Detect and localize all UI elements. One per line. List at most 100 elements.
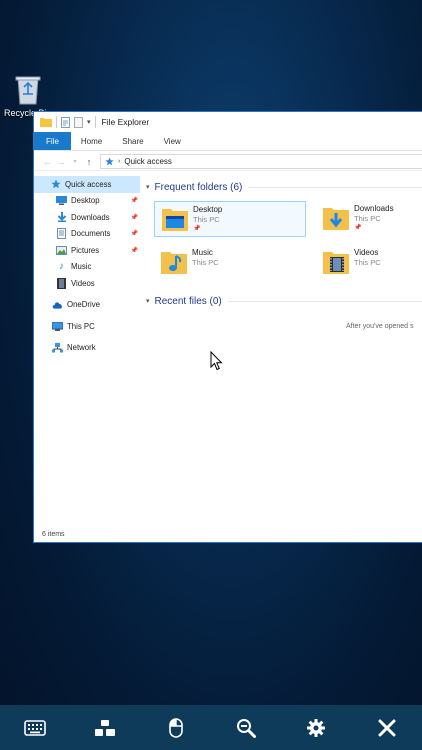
mouse-mode-button[interactable] [156,708,196,748]
group-header-label: Recent files (0) [154,295,222,307]
up-arrow-icon[interactable]: ↑ [82,155,96,169]
folder-name: Desktop [193,205,223,214]
music-folder-icon [161,252,187,274]
pin-icon[interactable]: 📌 [131,247,138,254]
folder-tile-music[interactable]: Music This PC [154,245,306,281]
folder-tile-desktop[interactable]: Desktop This PC 📌 [154,201,306,237]
new-folder-icon[interactable] [74,116,83,128]
tab-share[interactable]: Share [112,132,153,150]
recycle-bin[interactable]: Recycle Bin [4,72,52,118]
sidebar-item-label: Network [67,343,96,353]
tab-home[interactable]: Home [71,132,112,150]
navigation-pane: Quick access Desktop 📌 Downloads 📌 Docum… [34,176,140,531]
tab-view[interactable]: View [154,132,191,150]
sidebar-item-pictures[interactable]: Pictures 📌 [34,242,140,259]
recent-files-header[interactable]: ▾ Recent files (0) [146,293,422,309]
frequent-folders-header[interactable]: ▾ Frequent folders (6) [146,179,422,195]
ribbon-tabs: File Home Share View [34,132,422,151]
customize-toolbar-chevron-icon[interactable]: ▾ [87,118,91,126]
sidebar-item-label: Music [71,262,92,272]
downloads-folder-icon [323,208,349,230]
sidebar-item-onedrive[interactable]: OneDrive [34,297,140,314]
sidebar-item-label: This PC [67,321,95,331]
address-bar[interactable]: › Quick access [100,154,422,169]
sidebar-item-this-pc[interactable]: This PC [34,318,140,335]
folder-tile-videos[interactable]: Videos This PC [316,245,422,281]
pictures-icon [56,245,67,256]
desktop-icon [56,195,67,206]
toolbar-divider [94,116,96,128]
folder-name: Music [192,248,213,257]
pin-icon[interactable]: 📌 [131,197,138,204]
folder-tile-downloads[interactable]: Downloads This PC 📌 [316,201,422,237]
collapse-chevron-icon[interactable]: ▾ [146,297,150,305]
zoom-icon [237,718,257,738]
pin-icon[interactable]: 📌 [131,214,138,221]
back-arrow-icon[interactable]: ← [40,155,54,169]
tab-file[interactable]: File [34,132,71,150]
status-bar: 6 items [42,531,65,538]
keyboard-button[interactable] [15,708,55,748]
group-divider [227,300,422,302]
sidebar-item-label: OneDrive [67,300,100,310]
switch-windows-button[interactable] [85,708,125,748]
sidebar-item-label: Documents [71,229,111,239]
empty-recent-hint: After you've opened s [346,323,414,330]
folder-location: This PC [193,215,220,224]
collapse-chevron-icon[interactable]: ▾ [146,183,150,191]
folder-location: This PC [354,214,381,223]
network-icon [52,342,63,353]
videos-folder-icon [323,252,349,274]
quick-access-star-icon [105,157,114,166]
folder-name: Videos [354,248,379,257]
close-session-button[interactable] [367,708,407,748]
music-icon: ♪ [59,261,64,273]
sidebar-item-quick-access[interactable]: Quick access [34,176,140,193]
recent-locations-chevron-icon[interactable]: ▾ [68,155,82,169]
sidebar-item-label: Quick access [65,179,112,189]
sidebar-item-label: Desktop [71,196,100,206]
explorer-folder-icon [40,118,52,127]
sidebar-item-label: Downloads [71,212,110,222]
address-location: Quick access [124,157,172,166]
folder-location: This PC [354,258,381,267]
pin-icon: 📌 [354,225,362,231]
forward-arrow-icon[interactable]: → [54,155,68,169]
sidebar-item-desktop[interactable]: Desktop 📌 [34,193,140,210]
title-bar[interactable]: ▾ File Explorer [34,112,422,132]
videos-icon [56,277,67,289]
zoom-button[interactable] [226,708,266,748]
sidebar-item-videos[interactable]: Videos [34,275,140,292]
sidebar-item-documents[interactable]: Documents 📌 [34,226,140,243]
group-header-label: Frequent folders (6) [154,181,243,193]
settings-button[interactable] [296,708,336,748]
computer-icon [52,321,63,332]
remote-control-toolbar [0,705,422,750]
desktop-folder-icon [162,209,188,231]
breadcrumb-chevron-icon: › [118,158,121,165]
sidebar-item-label: Videos [71,278,95,288]
file-explorer-window[interactable]: ▾ File Explorer File Home Share View ← →… [33,111,422,543]
pin-icon: 📌 [193,226,201,232]
pin-icon[interactable]: 📌 [131,230,138,237]
close-icon [378,719,396,736]
desktop-background: Recycle Bin ▾ File Explorer File Home Sh… [0,0,422,705]
address-row: ← → ▾ ↑ › Quick access [34,153,422,171]
sidebar-item-downloads[interactable]: Downloads 📌 [34,209,140,226]
window-title: File Explorer [101,117,150,127]
cloud-icon [52,299,63,310]
download-icon [56,212,67,223]
group-divider [248,186,422,188]
folder-name: Downloads [354,204,394,213]
properties-icon[interactable] [61,116,70,128]
documents-icon [56,228,67,240]
folder-location: This PC [192,258,219,267]
file-list-pane: ▾ Frequent folders (6) Desktop This PC 📌 [146,176,422,531]
sidebar-item-music[interactable]: ♪ Music [34,259,140,276]
windows-switch-icon [95,719,116,736]
mouse-pointer-icon [210,351,223,371]
mouse-icon [169,717,183,738]
recycle-bin-icon [15,76,41,105]
toolbar-divider [56,116,57,128]
sidebar-item-network[interactable]: Network [34,340,140,357]
